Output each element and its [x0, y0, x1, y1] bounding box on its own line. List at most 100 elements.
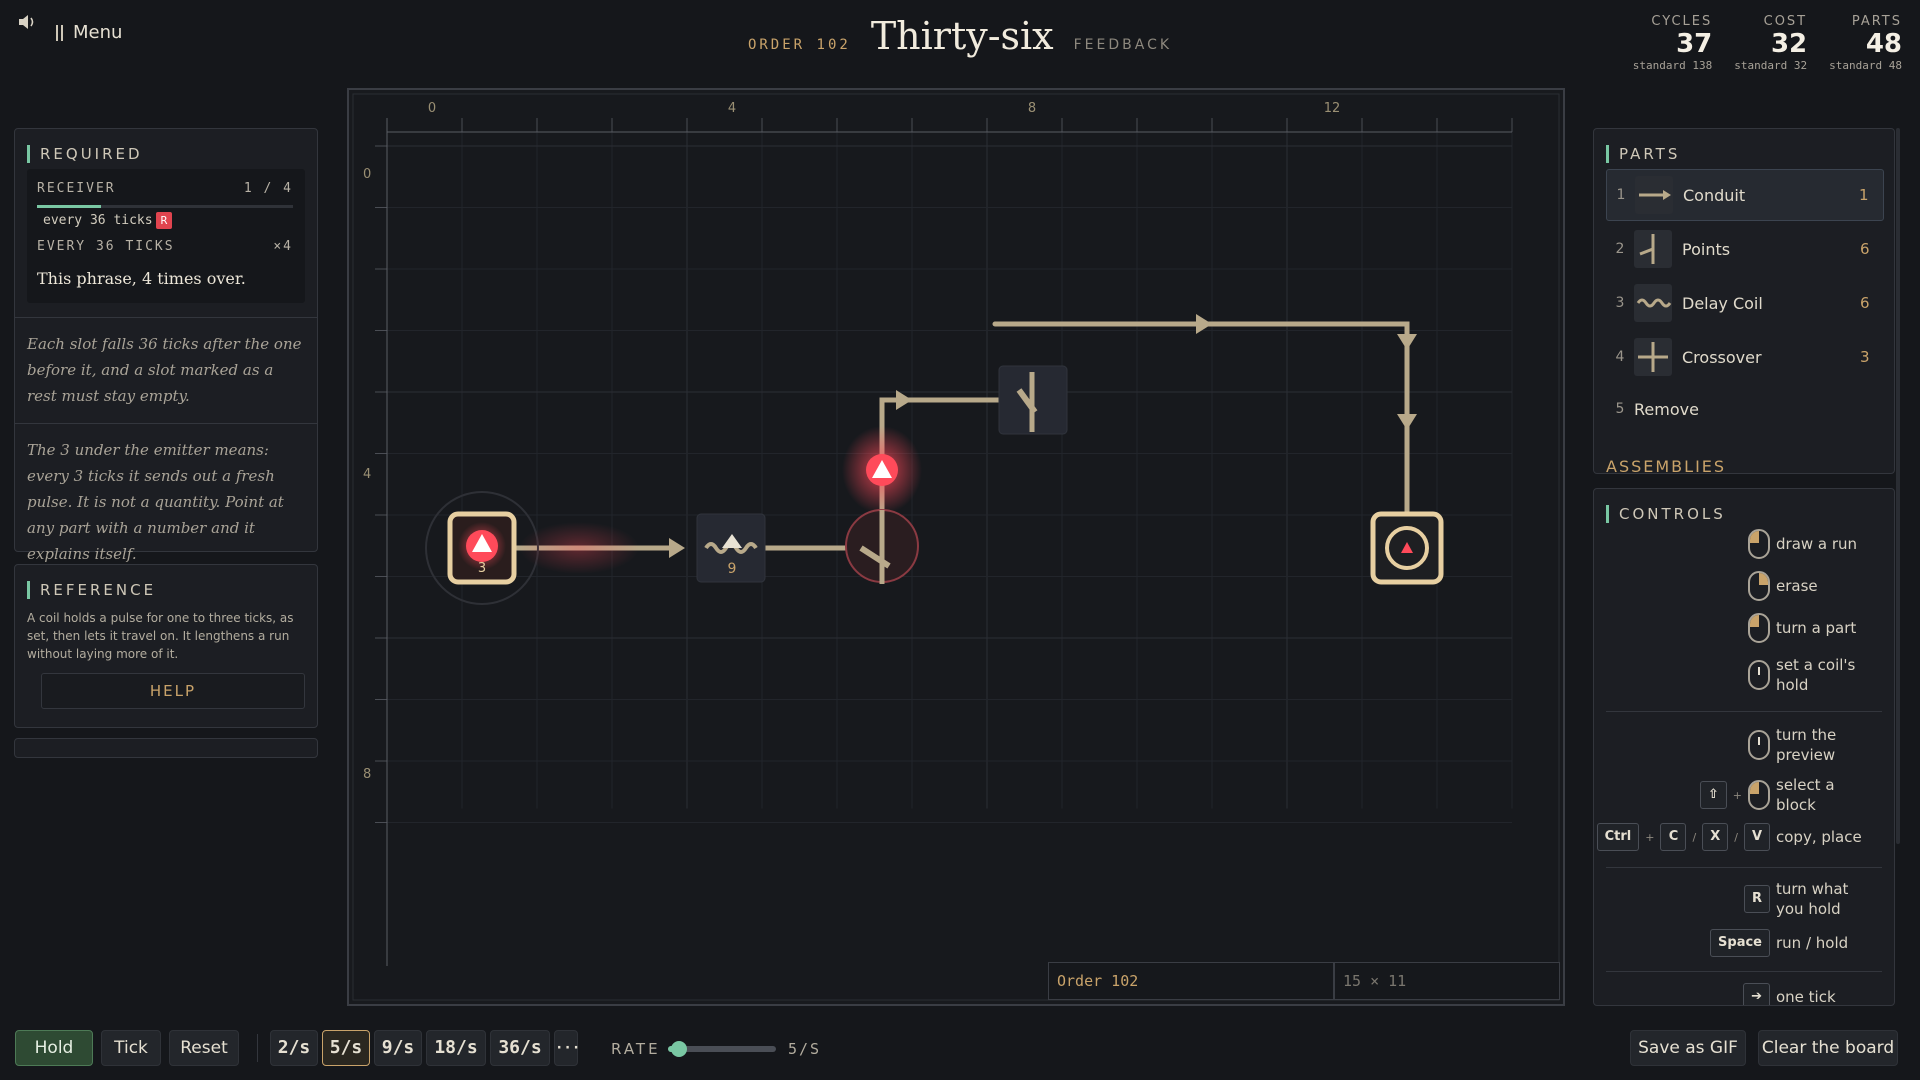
- part-count: 6: [1860, 240, 1870, 258]
- coil-hold: 9: [728, 561, 737, 577]
- slash-sign: /: [1734, 830, 1738, 844]
- stat-label: CYCLES: [1651, 14, 1713, 29]
- mouse-wheel-icon: [1748, 730, 1770, 760]
- part-points[interactable]: 2 Points 6: [1606, 223, 1884, 275]
- speed-5[interactable]: 5/s: [322, 1030, 370, 1066]
- part-name: Crossover: [1682, 347, 1762, 367]
- pulse-trail: [519, 522, 639, 574]
- reset-button[interactable]: Reset: [169, 1030, 239, 1066]
- control-label: turn a part: [1776, 619, 1857, 637]
- speed-36[interactable]: 36/s: [490, 1030, 550, 1066]
- rate-value: 5/S: [788, 1040, 822, 1058]
- rest-badge: R: [155, 212, 173, 229]
- required-panel: REQUIRED RECEIVER 1 / 4 every 36 ticks R…: [14, 128, 318, 563]
- top-bar: Menu ORDER 102 Thirty-six FEEDBACK CYCLE…: [0, 0, 1920, 90]
- order-label: ORDER 102: [747, 37, 851, 53]
- controls-panel: CONTROLS draw a run erase turn a part se…: [1593, 488, 1895, 1006]
- divider: [15, 317, 317, 318]
- mouse-left-icon: [1748, 613, 1770, 643]
- side-scrollbar[interactable]: [1896, 128, 1900, 844]
- part-key: 3: [1615, 295, 1625, 311]
- mouse-wheel-icon: [1748, 660, 1770, 690]
- delay-coil[interactable]: 9: [696, 513, 766, 583]
- crossover-icon: [1634, 338, 1672, 376]
- receiver-progress-bar: [37, 205, 293, 208]
- feedback-label[interactable]: FEEDBACK: [1074, 37, 1172, 53]
- stat-standard: standard 138: [1632, 59, 1713, 72]
- part-name: Delay Coil: [1682, 293, 1763, 313]
- shift-key: ⇧: [1699, 781, 1727, 809]
- ctrl-key: Ctrl: [1596, 823, 1640, 851]
- plus-sign: +: [1645, 830, 1655, 844]
- part-name: Conduit: [1683, 185, 1746, 205]
- more-speeds-button[interactable]: ···: [554, 1030, 580, 1066]
- slash-sign: /: [1692, 830, 1697, 844]
- speed-18[interactable]: 18/s: [426, 1030, 486, 1066]
- every-ticks-row: every 36 ticks R: [43, 212, 173, 229]
- part-remove[interactable]: 5 Remove: [1606, 383, 1884, 435]
- rate-slider[interactable]: [668, 1041, 776, 1057]
- required-note-2: The 3 under the emitter means: every 3 t…: [27, 441, 284, 563]
- help-button[interactable]: HELP: [41, 673, 305, 709]
- v-key: V: [1743, 823, 1770, 851]
- plus-sign: +: [1732, 788, 1742, 802]
- every-ticks-heading-row: EVERY 36 TICKS ×4: [37, 239, 293, 254]
- part-key: 4: [1615, 349, 1625, 365]
- every-ticks-heading: EVERY 36 TICKS: [37, 239, 175, 254]
- row-label: 8: [363, 767, 371, 782]
- hold-button[interactable]: Hold: [15, 1030, 93, 1066]
- speed-9[interactable]: 9/s: [374, 1030, 422, 1066]
- stat-value: 32: [1770, 29, 1808, 59]
- conduit-icon: [1635, 176, 1673, 214]
- divider: [15, 423, 317, 424]
- circuit-board[interactable]: 0 4 8 12 0 4 8 3 9: [349, 90, 1563, 1004]
- part-key: 5: [1615, 401, 1625, 417]
- part-conduit[interactable]: 1 Conduit 1: [1606, 169, 1884, 221]
- clear-board-button[interactable]: Clear the board: [1758, 1030, 1898, 1066]
- part-delay-coil[interactable]: 3 Delay Coil 6: [1606, 277, 1884, 329]
- stats-group: CYCLES 37 standard 138 COST 32 standard …: [1633, 14, 1902, 72]
- mouse-left-icon: [1748, 780, 1770, 810]
- tick-button[interactable]: Tick: [101, 1030, 161, 1066]
- control-turn-preview: turn the preview: [1748, 725, 1874, 765]
- control-turn-hold: R turn what you hold: [1743, 879, 1874, 919]
- receiver[interactable]: [1370, 511, 1444, 585]
- mouse-right-icon: [1748, 571, 1770, 601]
- part-count: 6: [1860, 294, 1870, 312]
- reference-text: A coil holds a pulse for one to three ti…: [27, 611, 294, 661]
- control-label: run / hold: [1776, 934, 1849, 952]
- required-heading: REQUIRED: [27, 145, 317, 163]
- control-turn-part: turn a part: [1748, 613, 1874, 643]
- row-label: 4: [363, 467, 371, 482]
- divider: [1606, 867, 1882, 868]
- controls-heading: CONTROLS: [1606, 505, 1894, 523]
- page-title: Thirty-six: [870, 14, 1054, 58]
- divider: [1606, 711, 1882, 712]
- control-run-hold: Space run / hold: [1710, 929, 1874, 957]
- stat-value: 48: [1865, 29, 1902, 59]
- parts-heading: PARTS: [1606, 145, 1894, 163]
- part-crossover[interactable]: 4 Crossover 3: [1606, 331, 1884, 383]
- points-icon: [1634, 230, 1672, 268]
- control-label: turn what you hold: [1776, 880, 1849, 918]
- rate-slider-knob[interactable]: [670, 1041, 687, 1057]
- mouse-left-icon: [1748, 529, 1770, 559]
- control-label: draw a run: [1776, 535, 1858, 553]
- reference-heading: REFERENCE: [27, 581, 317, 599]
- speed-2[interactable]: 2/s: [270, 1030, 318, 1066]
- points-upper[interactable]: [998, 365, 1068, 435]
- receiver-progress: 1 / 4: [243, 181, 293, 196]
- receiver-row: RECEIVER 1 / 4: [37, 181, 293, 196]
- part-count: 3: [1860, 348, 1870, 366]
- delay-coil-icon: [1634, 284, 1672, 322]
- assemblies-heading[interactable]: ASSEMBLIES: [1606, 457, 1726, 476]
- stat-value: 37: [1676, 29, 1713, 59]
- board-frame[interactable]: 0 4 8 12 0 4 8 3 9: [347, 88, 1565, 1006]
- stat-standard: standard 32: [1734, 59, 1808, 72]
- control-label: select a block: [1776, 776, 1835, 814]
- control-draw: draw a run: [1748, 529, 1874, 559]
- part-key: 1: [1616, 187, 1626, 203]
- control-coil-hold: set a coil's hold: [1748, 655, 1874, 695]
- save-gif-button[interactable]: Save as GIF: [1630, 1030, 1746, 1066]
- control-label: erase: [1776, 577, 1818, 595]
